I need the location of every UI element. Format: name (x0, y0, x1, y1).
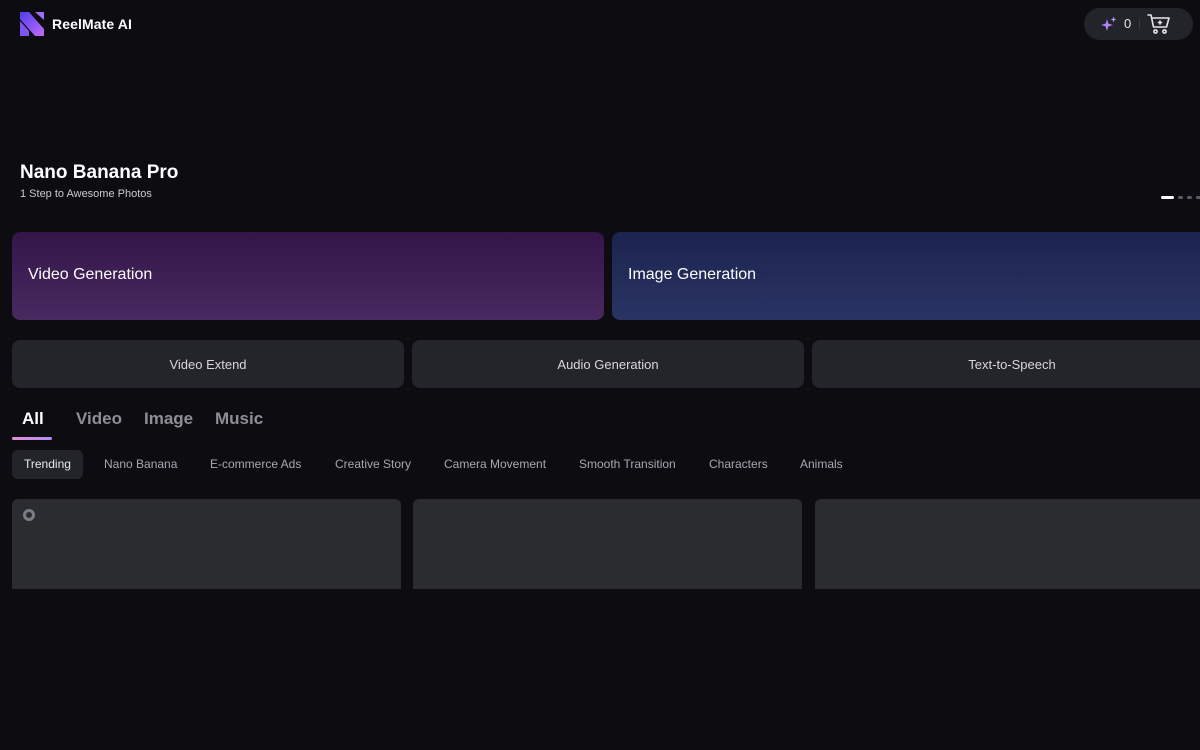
reelmate-logo-icon (20, 12, 44, 36)
header: ReelMate AI 0 (0, 0, 1200, 48)
template-card[interactable] (413, 499, 802, 589)
carousel-dot[interactable] (1196, 196, 1200, 199)
video-generation-card[interactable]: Video Generation (12, 232, 604, 320)
tab-music[interactable]: Music (215, 409, 263, 429)
category-chip-characters[interactable]: Characters (709, 450, 768, 479)
hero-banner[interactable]: Nano Banana Pro 1 Step to Awesome Photos (0, 48, 1200, 220)
hero-subtitle: 1 Step to Awesome Photos (20, 188, 152, 200)
credit-count: 0 (1124, 16, 1132, 31)
carousel-dot[interactable] (1161, 196, 1174, 199)
audio-generation-button[interactable]: Audio Generation (412, 340, 804, 388)
pill-divider (1139, 19, 1140, 29)
tab-image[interactable]: Image (144, 409, 193, 429)
template-card[interactable] (12, 499, 401, 589)
sparkle-icon (1101, 16, 1117, 31)
tab-video[interactable]: Video (76, 409, 122, 429)
page: ReelMate AI 0 Nano Banana Pro 1 Step to … (0, 0, 1200, 750)
video-extend-button[interactable]: Video Extend (12, 340, 404, 388)
image-generation-label: Image Generation (628, 266, 757, 283)
active-tab-indicator (12, 437, 52, 440)
tab-all[interactable]: All (22, 409, 44, 429)
category-chip-e-commerce-ads[interactable]: E-commerce Ads (210, 450, 301, 479)
carousel-dot[interactable] (1178, 196, 1183, 199)
cart-icon[interactable] (1147, 13, 1171, 35)
category-chip-smooth-transition[interactable]: Smooth Transition (579, 450, 676, 479)
category-chip-animals[interactable]: Animals (800, 450, 843, 479)
credits-pill[interactable]: 0 (1084, 8, 1193, 40)
category-chip-trending[interactable]: Trending (12, 450, 83, 479)
template-card[interactable] (815, 499, 1200, 589)
hero-title: Nano Banana Pro (20, 162, 179, 183)
app-name: ReelMate AI (52, 16, 132, 32)
category-chip-nano-banana[interactable]: Nano Banana (104, 450, 177, 479)
category-chip-camera-movement[interactable]: Camera Movement (444, 450, 546, 479)
text-to-speech-button[interactable]: Text-to-Speech (812, 340, 1200, 388)
play-badge-icon (23, 509, 35, 521)
carousel-dots (1161, 196, 1200, 199)
category-chip-creative-story[interactable]: Creative Story (335, 450, 411, 479)
carousel-dot[interactable] (1187, 196, 1192, 199)
logo[interactable]: ReelMate AI (20, 12, 132, 36)
image-generation-card[interactable]: Image Generation (612, 232, 1200, 320)
video-generation-label: Video Generation (28, 266, 153, 283)
